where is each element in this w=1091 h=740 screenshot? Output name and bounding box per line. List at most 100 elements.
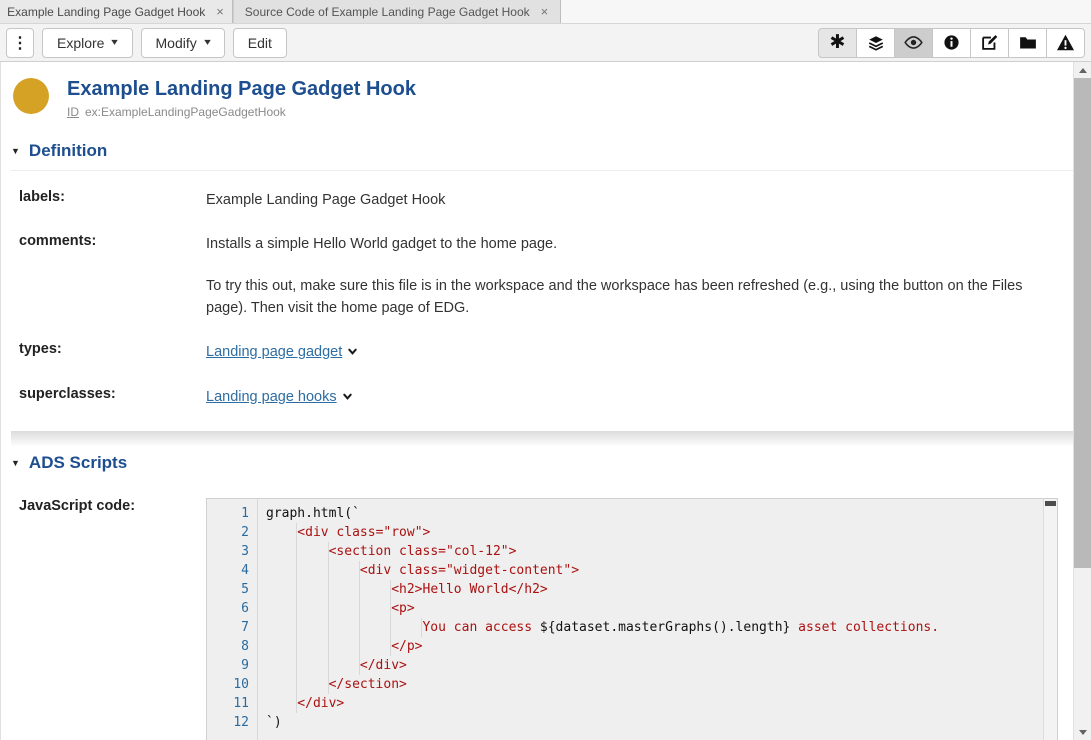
code-text: You can access ${dataset.masterGraphs().…	[249, 618, 939, 637]
eye-icon	[904, 35, 923, 50]
field-row: types:Landing page gadget	[11, 341, 1073, 364]
definition-section-header[interactable]: ▼ Definition	[11, 141, 1073, 171]
code-text: `)	[249, 713, 282, 732]
kebab-menu-button[interactable]: ⋮	[6, 28, 34, 58]
tab-label: Source Code of Example Landing Page Gadg…	[245, 5, 530, 19]
field-label: types:	[11, 341, 206, 364]
field-value: Landing page hooks	[206, 386, 1073, 409]
indent-guide	[297, 618, 328, 637]
scroll-down-arrow[interactable]	[1074, 724, 1091, 740]
indent-guide	[329, 580, 360, 599]
explore-button[interactable]: Explore ▾	[42, 28, 133, 58]
code-line: 8</p>	[207, 637, 1041, 656]
code-editor-scrollbar[interactable]	[1043, 499, 1057, 740]
collapse-icon[interactable]: ▼	[11, 458, 20, 468]
resource-link[interactable]: Landing page hooks	[206, 389, 337, 405]
line-number: 3	[207, 542, 249, 561]
page-scrollbar[interactable]	[1074, 62, 1091, 740]
avatar	[13, 78, 49, 114]
modify-label: Modify	[156, 35, 197, 51]
page-title: Example Landing Page Gadget Hook	[67, 76, 416, 102]
code-text: </div>	[249, 694, 344, 713]
code-segment: graph.html(`	[266, 506, 360, 521]
line-number: 2	[207, 523, 249, 542]
field-value: Landing page gadget	[206, 341, 1073, 364]
indent-guide	[297, 599, 328, 618]
ads-scripts-section-title: ADS Scripts	[29, 453, 127, 473]
edit-form-button[interactable]	[970, 28, 1009, 58]
scroll-up-arrow[interactable]	[1074, 62, 1091, 78]
javascript-code-label: JavaScript code:	[11, 498, 206, 740]
modify-button[interactable]: Modify ▾	[141, 28, 225, 58]
warning-icon	[1056, 34, 1075, 51]
folder-button[interactable]	[1008, 28, 1047, 58]
page-scrollbar-thumb[interactable]	[1074, 78, 1091, 568]
indent-guide	[297, 561, 328, 580]
line-number: 8	[207, 637, 249, 656]
tab-source-code[interactable]: Source Code of Example Landing Page Gadg…	[233, 0, 561, 23]
code-segment: You can access	[422, 620, 539, 635]
field-value: Example Landing Page Gadget Hook	[206, 189, 1073, 211]
code-line: 6<p>	[207, 599, 1041, 618]
line-number: 12	[207, 713, 249, 732]
javascript-code-row: JavaScript code: 1graph.html(`2<div clas…	[11, 498, 1073, 740]
indent-guide	[360, 618, 391, 637]
section-divider	[11, 431, 1073, 447]
line-number: 11	[207, 694, 249, 713]
toolbar: ⋮ Explore ▾ Modify ▾ Edit ✱	[0, 24, 1091, 62]
explore-label: Explore	[57, 35, 104, 51]
indent-guide	[266, 599, 297, 618]
field-row: comments:Installs a simple Hello World g…	[11, 233, 1073, 319]
chevron-down-icon[interactable]	[347, 345, 358, 361]
indent-guide	[360, 599, 391, 618]
definition-section-title: Definition	[29, 141, 107, 161]
chevron-down-icon[interactable]	[342, 390, 353, 406]
code-editor[interactable]: 1 graph.html(` 2<div class="row">3<section…	[206, 498, 1058, 740]
indent-guide	[266, 523, 297, 542]
asterisk-button[interactable]: ✱	[818, 28, 857, 58]
indent-guide	[329, 656, 360, 675]
code-text: <h2>Hello World</h2>	[249, 580, 548, 599]
indent-guide	[360, 580, 391, 599]
info-button[interactable]	[932, 28, 971, 58]
indent-guide	[391, 618, 422, 637]
code-line: 3<section class="col-12">	[207, 542, 1041, 561]
code-editor-scrollbar-thumb[interactable]	[1045, 501, 1056, 506]
indent-guide	[266, 675, 297, 694]
indent-guide	[297, 542, 328, 561]
indent-guide	[266, 637, 297, 656]
code-line: 12`)	[207, 713, 1041, 732]
tab-label: Example Landing Page Gadget Hook	[7, 5, 205, 19]
eye-button[interactable]	[894, 28, 933, 58]
edit-pencil-icon	[981, 34, 998, 51]
code-line: 11</div>	[207, 694, 1041, 713]
code-text: <div class="widget-content">	[249, 561, 579, 580]
code-line: 1 graph.html(`	[207, 504, 1041, 523]
edit-button[interactable]: Edit	[233, 28, 287, 58]
code-segment: </section>	[329, 677, 407, 692]
layers-button[interactable]	[856, 28, 895, 58]
code-text: </p>	[249, 637, 423, 656]
tab-example-landing-page-gadget-hook[interactable]: Example Landing Page Gadget Hook ×	[0, 0, 233, 23]
field-label: comments:	[11, 233, 206, 319]
field-row: labels:Example Landing Page Gadget Hook	[11, 189, 1073, 211]
close-icon[interactable]: ×	[540, 5, 550, 18]
folder-icon	[1019, 35, 1037, 50]
indent-guide	[266, 618, 297, 637]
code-lines: 1 graph.html(` 2<div class="row">3<section…	[207, 504, 1041, 732]
code-line: 4<div class="widget-content">	[207, 561, 1041, 580]
resource-link[interactable]: Landing page gadget	[206, 344, 342, 360]
code-text: <div class="row">	[249, 523, 430, 542]
warning-button[interactable]	[1046, 28, 1085, 58]
collapse-icon[interactable]: ▼	[11, 146, 20, 156]
code-text: graph.html(`	[249, 504, 360, 523]
code-line: 7You can access ${dataset.masterGraphs()…	[207, 618, 1041, 637]
field-label: labels:	[11, 189, 206, 211]
line-number: 10	[207, 675, 249, 694]
line-number: 1	[207, 504, 249, 523]
ads-scripts-section-header[interactable]: ▼ ADS Scripts	[11, 453, 1073, 482]
indent-guide	[266, 561, 297, 580]
code-segment: <div class="widget-content">	[360, 563, 579, 578]
caret-down-icon: ▾	[112, 37, 119, 48]
close-icon[interactable]: ×	[215, 5, 225, 18]
